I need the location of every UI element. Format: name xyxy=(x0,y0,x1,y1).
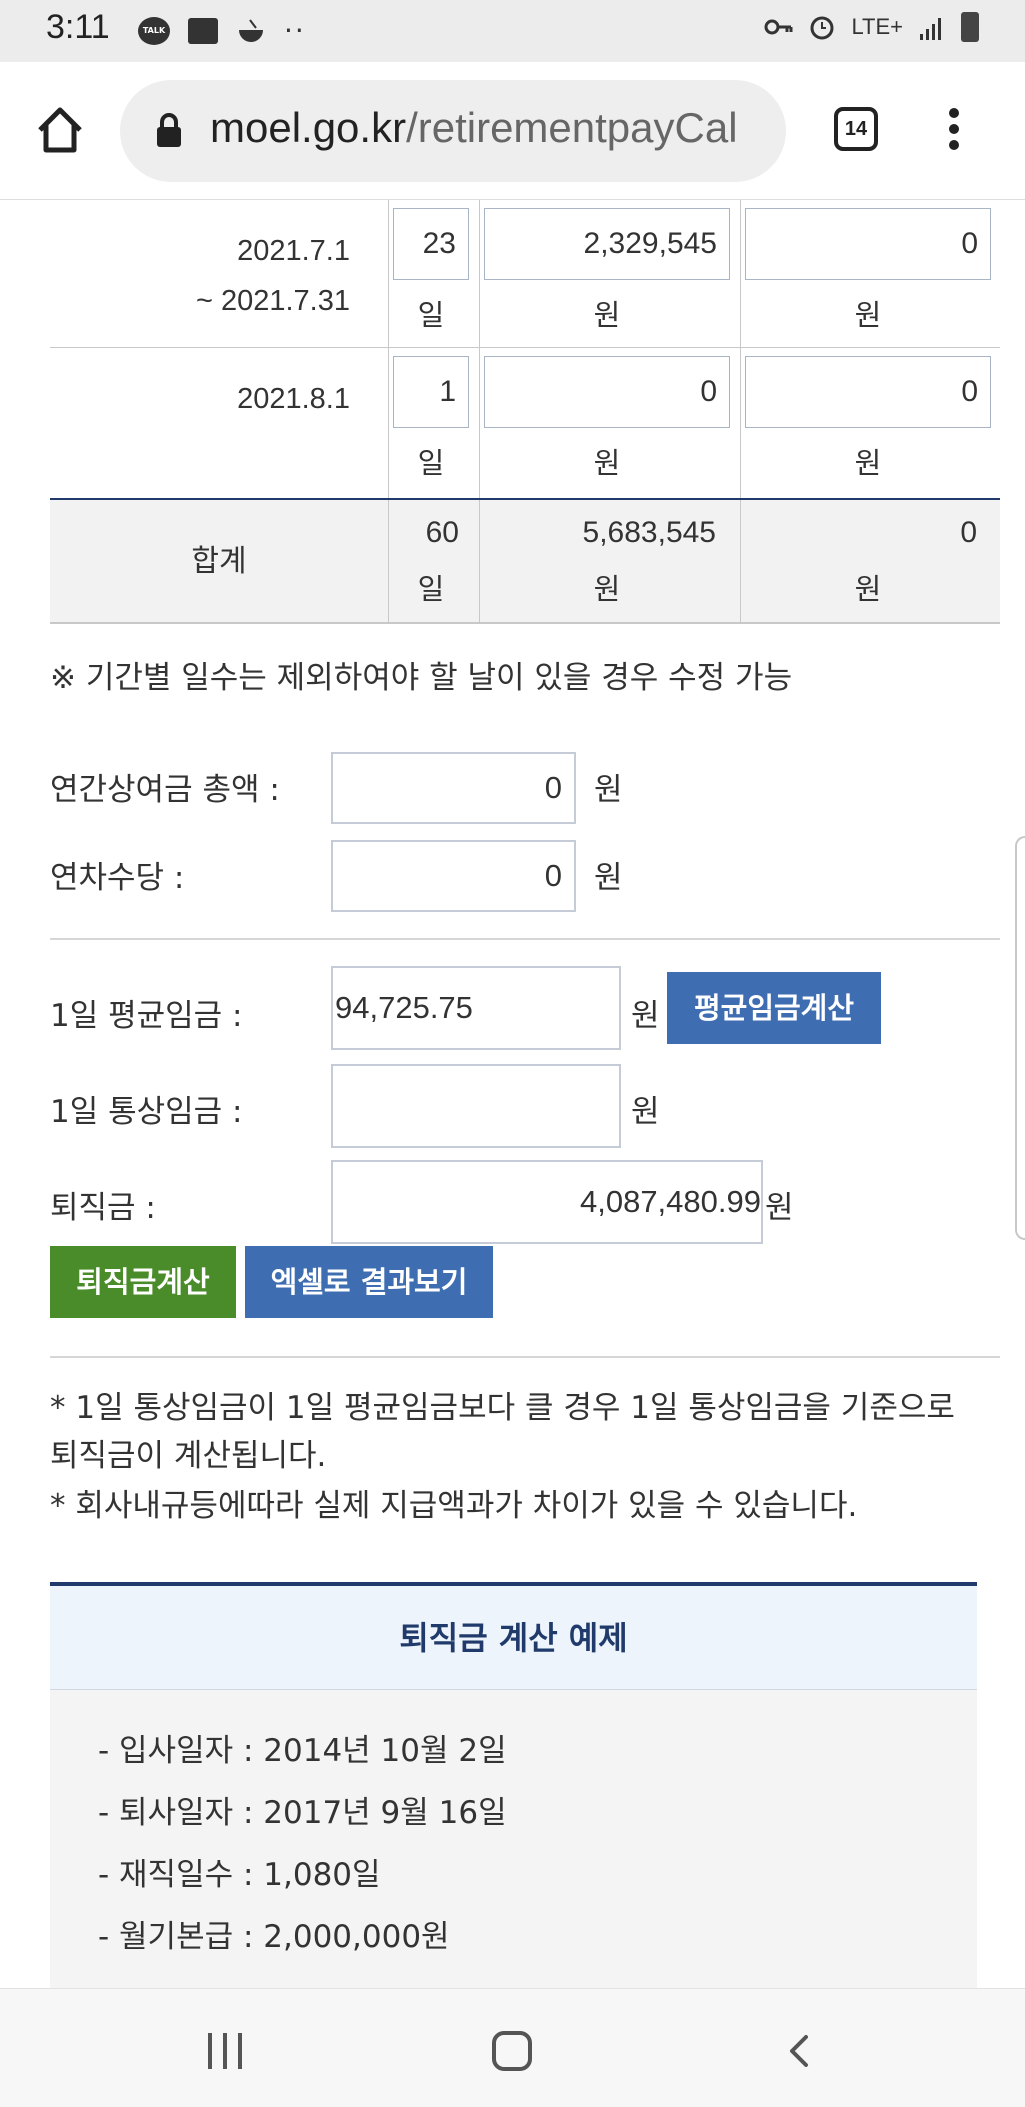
extra-wage-unit: 원 xyxy=(854,446,882,480)
recent-apps-icon[interactable] xyxy=(208,2033,242,2069)
bonus-label: 연간상여금 총액 : xyxy=(50,772,280,808)
wage-input[interactable]: 0 xyxy=(484,356,730,428)
bowl-icon xyxy=(239,18,263,42)
ordinary-wage-label: 1일 통상임금 : xyxy=(50,1094,243,1130)
avg-wage-unit: 원 xyxy=(631,998,660,1034)
example-body: - 입사일자 : 2014년 10월 2일 - 퇴사일자 : 2017년 9월 … xyxy=(50,1690,977,1990)
calc-severance-button[interactable]: 퇴직금계산 xyxy=(50,1246,236,1318)
extra-wage-input[interactable]: 0 xyxy=(745,356,991,428)
annual-allowance-label: 연차수당 : xyxy=(50,860,185,896)
ordinary-wage-unit: 원 xyxy=(631,1094,660,1130)
more-notifications-icon: ·· xyxy=(284,14,306,47)
calc-avg-wage-button[interactable]: 평균임금계산 xyxy=(667,972,881,1044)
days-input[interactable]: 1 xyxy=(393,356,469,428)
example-item: - 입사일자 : 2014년 10월 2일 xyxy=(98,1733,507,1769)
divider xyxy=(50,1356,1000,1358)
home-nav-icon[interactable] xyxy=(492,2031,532,2071)
total-days-unit: 일 xyxy=(417,572,445,606)
back-icon[interactable] xyxy=(782,2033,818,2069)
period-days-note: ※ 기간별 일수는 제외하여야 할 날이 있을 경우 수정 가능 xyxy=(50,660,793,696)
total-row: 합계 60 일 5,683,545 원 0 원 xyxy=(50,500,1000,624)
lock-icon xyxy=(157,113,181,147)
talk-icon: TALK xyxy=(138,16,170,45)
scroll-handle[interactable] xyxy=(1015,836,1025,1240)
home-icon[interactable] xyxy=(34,104,86,156)
example-item: - 재직일수 : 1,080일 xyxy=(98,1857,381,1893)
system-icons: LTE+ xyxy=(763,12,979,42)
severance-label: 퇴직금 : xyxy=(50,1190,156,1226)
network-type: LTE+ xyxy=(851,14,903,39)
key-icon xyxy=(764,19,793,35)
severance-unit: 원 xyxy=(765,1190,794,1226)
annual-allowance-input[interactable]: 0 xyxy=(331,840,576,912)
total-wage-unit: 원 xyxy=(593,572,621,606)
annual-allowance-unit: 원 xyxy=(594,860,623,896)
notification-icons: TALK ·· xyxy=(138,14,306,47)
tabs-button[interactable]: 14 xyxy=(834,107,878,151)
total-extra-unit: 원 xyxy=(854,572,882,606)
days-unit: 일 xyxy=(417,446,445,480)
status-bar: 3:11 TALK ·· LTE+ xyxy=(0,0,1025,62)
footnote-ordinary-wage: * 1일 통상임금이 1일 평균임금보다 클 경우 1일 통상임금을 기준으로 … xyxy=(50,1390,955,1474)
gallery-icon xyxy=(188,17,218,44)
example-title: 퇴직금 계산 예제 xyxy=(50,1586,977,1690)
example-section: 퇴직금 계산 예제 - 입사일자 : 2014년 10월 2일 - 퇴사일자 :… xyxy=(50,1582,977,1990)
period-cell: 2021.7.1 ~ 2021.7.31 xyxy=(195,235,350,317)
wage-unit: 원 xyxy=(593,446,621,480)
alarm-icon xyxy=(810,16,834,40)
avg-wage-label: 1일 평균임금 : xyxy=(50,998,243,1034)
status-time: 3:11 xyxy=(46,8,110,46)
example-item: - 퇴사일자 : 2017년 9월 16일 xyxy=(98,1795,507,1831)
annual-bonus-input[interactable]: 0 xyxy=(331,752,576,824)
footnote-company-rules: * 회사내규등에따라 실제 지급액과가 차이가 있을 수 있습니다. xyxy=(50,1488,858,1524)
period-cell: 2021.8.1 xyxy=(237,383,350,415)
browser-toolbar: moel.go.kr/retirementpayCal 14 xyxy=(0,62,1025,200)
system-nav-bar xyxy=(0,1988,1025,2107)
excel-result-button[interactable]: 엑셀로 결과보기 xyxy=(245,1246,493,1318)
total-days: 60 xyxy=(425,516,459,549)
more-menu-icon[interactable] xyxy=(944,104,964,156)
battery-icon xyxy=(961,12,979,42)
wage-period-table: 2021.7.1 ~ 2021.7.31 23 일 2,329,545 원 0 … xyxy=(50,200,1000,500)
bonus-unit: 원 xyxy=(594,772,623,808)
severance-pay-input[interactable]: 4,087,480.99 xyxy=(331,1160,763,1244)
avg-wage-input[interactable]: 94,725.75 xyxy=(331,966,621,1050)
total-wage: 5,683,545 xyxy=(582,516,716,549)
wage-input[interactable]: 2,329,545 xyxy=(484,208,730,280)
signal-icon xyxy=(920,18,941,40)
divider xyxy=(50,938,1000,940)
wage-unit: 원 xyxy=(593,298,621,332)
total-extra: 0 xyxy=(960,516,977,549)
extra-wage-unit: 원 xyxy=(854,298,882,332)
ordinary-wage-input[interactable] xyxy=(331,1064,621,1148)
example-item: - 월기본급 : 2,000,000원 xyxy=(98,1919,450,1955)
total-label: 합계 xyxy=(191,544,247,579)
url-text: moel.go.kr/retirementpayCal xyxy=(210,104,738,151)
days-unit: 일 xyxy=(417,298,445,332)
table-row: 2021.7.1 ~ 2021.7.31 23 일 2,329,545 원 0 … xyxy=(50,200,1000,348)
days-input[interactable]: 23 xyxy=(393,208,469,280)
address-bar[interactable]: moel.go.kr/retirementpayCal xyxy=(120,80,786,182)
extra-wage-input[interactable]: 0 xyxy=(745,208,991,280)
table-row: 2021.8.1 1 일 0 원 0 원 xyxy=(50,348,1000,500)
